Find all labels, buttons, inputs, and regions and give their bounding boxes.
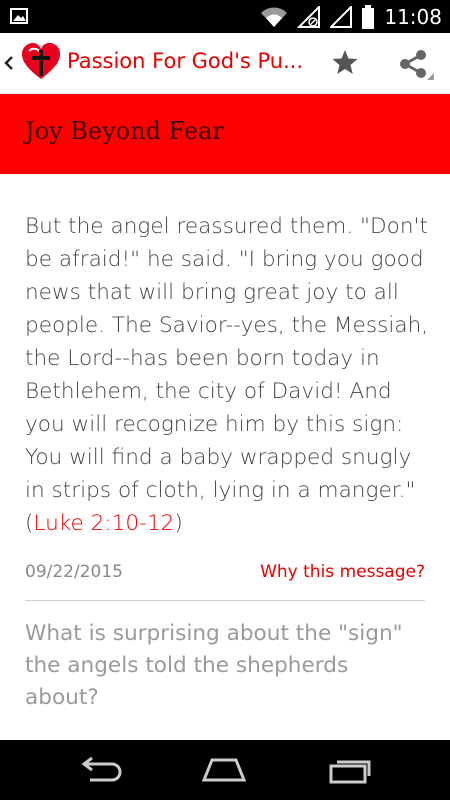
verse-text-block: But the angel reassured them. "Don't be …: [25, 210, 430, 540]
home-icon[interactable]: [200, 754, 248, 786]
battery-icon: [362, 4, 375, 29]
wifi-icon: [261, 6, 288, 27]
status-bar: 11:08: [0, 0, 450, 33]
navigation-bar: [0, 740, 450, 800]
reflection-question: What is surprising about the "sign" the …: [25, 621, 403, 710]
recents-icon[interactable]: [327, 754, 375, 786]
back-chevron-icon[interactable]: [2, 51, 16, 75]
message-body: But the angel reassured them. "Don't be …: [25, 210, 430, 540]
gallery-icon: [10, 8, 28, 24]
scripture-reference-link[interactable]: Luke 2:10-12: [33, 511, 174, 536]
app-bar: Passion For God's Pu...: [0, 33, 450, 94]
app-title: Passion For God's Pu...: [67, 49, 304, 73]
reference-close-paren: ): [174, 511, 183, 536]
message-date: 09/22/2015: [25, 562, 123, 582]
cell-signal-icon: [330, 5, 353, 28]
share-icon[interactable]: [396, 46, 436, 82]
divider: [25, 600, 425, 601]
why-this-message-link[interactable]: Why this message?: [260, 562, 425, 582]
signal-icon: [297, 5, 321, 28]
message-header: Joy Beyond Fear: [0, 94, 450, 174]
status-time: 11:08: [384, 4, 442, 29]
verse-text: But the angel reassured them. "Don't be …: [25, 214, 429, 503]
message-title: Joy Beyond Fear: [25, 117, 224, 145]
back-icon[interactable]: [76, 754, 124, 786]
app-logo-heart-cross-icon[interactable]: [20, 41, 62, 83]
message-meta: 09/22/2015 Why this message?: [25, 562, 425, 588]
star-icon[interactable]: [331, 48, 359, 76]
